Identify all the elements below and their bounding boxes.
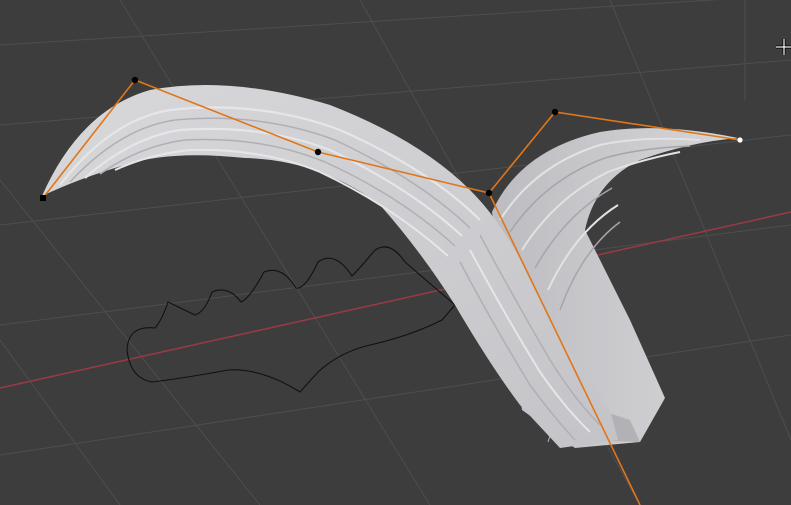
x-axis-line [0, 211, 791, 389]
control-point[interactable] [551, 108, 559, 116]
control-point[interactable] [314, 148, 322, 156]
control-point[interactable] [131, 76, 139, 84]
profile-outline-curve[interactable] [126, 246, 456, 393]
floor-grid [0, 0, 791, 505]
control-point[interactable] [485, 189, 493, 197]
viewport-canvas[interactable] [0, 0, 791, 505]
crosshair-cursor-icon [776, 39, 791, 55]
3d-viewport[interactable] [0, 0, 791, 505]
control-point-active[interactable] [737, 137, 743, 143]
control-point-start[interactable] [40, 195, 46, 201]
